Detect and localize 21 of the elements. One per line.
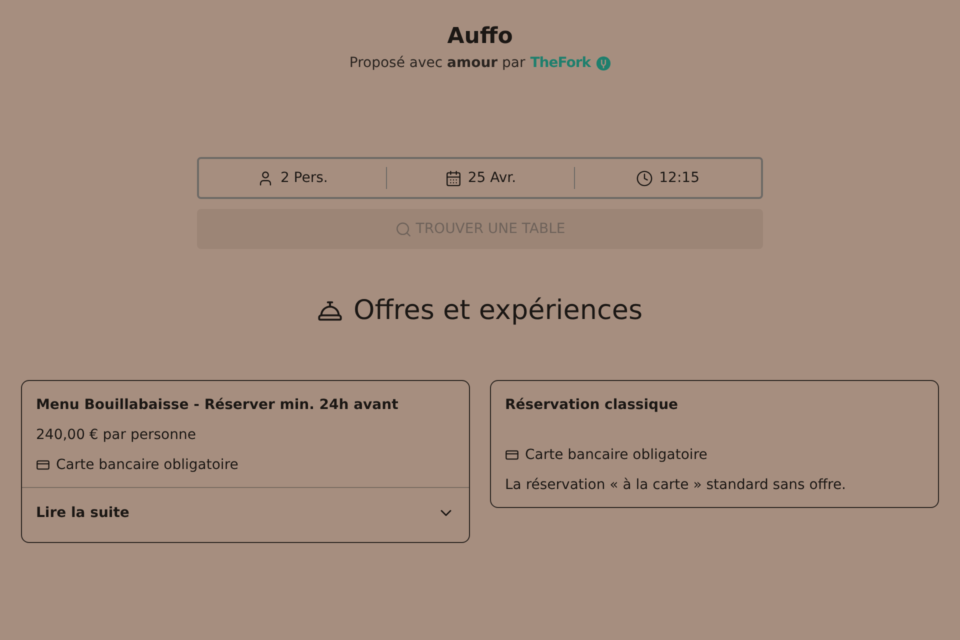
offer-title: Menu Bouillabaisse - Réserver min. 24h avant	[36, 397, 400, 413]
credit-card-icon	[36, 458, 50, 472]
restaurant-title: Auffo	[447, 24, 513, 49]
fork-logo-icon	[596, 56, 611, 70]
offers-heading: Offres et expériences	[353, 295, 643, 326]
date-field[interactable]: 25 Avr.	[386, 167, 574, 189]
read-more-toggle[interactable]: Lire la suite	[22, 487, 469, 542]
guests-field[interactable]: 2 Pers.	[199, 167, 386, 189]
credit-card-icon	[505, 448, 519, 462]
clock-icon	[636, 170, 654, 186]
card-requirement: Carte bancaire obligatoire	[56, 457, 238, 473]
tagline: Proposé avec amour par	[349, 55, 526, 71]
offer-card[interactable]: Menu Bouillabaisse - Réserver min. 24h avant 240,00 € par personne Carte bancaire obligatoire Lire la suite	[21, 380, 470, 543]
card-requirement: Carte bancaire obligatoire	[525, 447, 708, 463]
time-field[interactable]: 12:15	[574, 167, 761, 189]
calendar-icon	[444, 170, 462, 186]
offer-description: La réservation « à la carte » standard sans offre.	[505, 477, 848, 493]
offer-price: 240,00 € par personne	[36, 427, 197, 443]
offer-title: Réservation classique	[505, 397, 680, 413]
search-icon	[394, 220, 412, 238]
offer-card[interactable]: Réservation classique Carte bancaire obligatoire La réservation « à la carte » standard sans offre.	[490, 380, 939, 508]
